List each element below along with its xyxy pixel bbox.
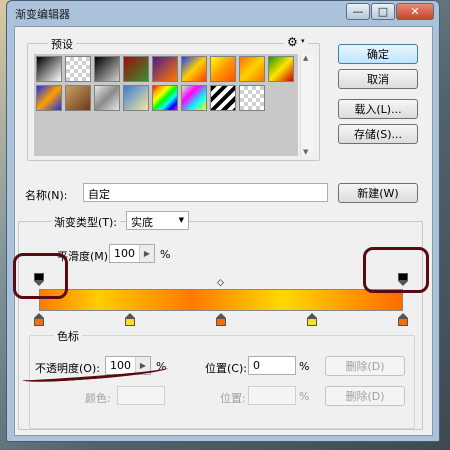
location-unit: %	[299, 360, 310, 373]
color-location-label: 位置:	[220, 392, 246, 405]
presets-scrollbar[interactable]: ▲ ▼	[300, 54, 313, 156]
smoothness-value: 100	[114, 247, 135, 260]
ok-button[interactable]: 确定	[338, 44, 418, 64]
delete-color-stop-button[interactable]: 删除(D)	[325, 386, 405, 406]
smoothness-input[interactable]: 100 ▶	[109, 244, 155, 263]
gradient-type-label: 渐变类型(T):	[51, 214, 121, 230]
color-stop[interactable]	[34, 313, 44, 326]
preset-swatch[interactable]	[123, 85, 149, 111]
maximize-button[interactable]: □	[371, 3, 395, 20]
scroll-down-icon[interactable]: ▼	[303, 148, 308, 156]
color-stop[interactable]	[398, 313, 408, 326]
preset-swatch[interactable]	[152, 56, 178, 82]
preset-swatch[interactable]	[123, 56, 149, 82]
scroll-up-icon[interactable]: ▲	[303, 54, 308, 62]
new-button[interactable]: 新建(W)	[338, 183, 418, 203]
presets-label: 预设	[48, 36, 76, 52]
minimize-button[interactable]: —	[346, 3, 370, 20]
gradient-type-value: 实底	[131, 216, 153, 229]
smoothness-stepper[interactable]: ▶	[139, 245, 154, 262]
title-bar[interactable]: 渐变编辑器 — □ ✕	[7, 1, 439, 25]
color-location-unit: %	[299, 390, 310, 403]
cancel-button[interactable]: 取消	[338, 69, 418, 89]
chevron-down-icon: ▼	[178, 216, 184, 224]
preset-swatch[interactable]	[94, 56, 120, 82]
color-stops-group: 色标	[29, 328, 415, 429]
location-input[interactable]: 0	[248, 356, 296, 375]
color-stop[interactable]	[125, 313, 135, 326]
preset-swatch[interactable]	[239, 56, 265, 82]
preset-swatch-area	[34, 54, 298, 156]
gradient-bar[interactable]	[39, 289, 403, 311]
annotation-circle-right	[363, 247, 429, 293]
window-title: 渐变编辑器	[15, 8, 70, 21]
close-button[interactable]: ✕	[396, 3, 434, 20]
save-button[interactable]: 存储(S)...	[338, 124, 418, 144]
load-button[interactable]: 载入(L)...	[338, 99, 418, 119]
color-swatch-field[interactable]	[117, 386, 165, 405]
preset-swatch[interactable]	[210, 85, 236, 111]
gradient-type-select[interactable]: 实底 ▼	[126, 211, 189, 230]
preset-swatch[interactable]	[65, 56, 91, 82]
preset-swatch[interactable]	[210, 56, 236, 82]
color-label: 颜色:	[85, 392, 111, 405]
color-stop[interactable]	[216, 313, 226, 326]
preset-swatch[interactable]	[36, 56, 62, 82]
color-location-input[interactable]	[248, 386, 296, 405]
location-label: 位置(C):	[205, 362, 247, 375]
preset-swatch[interactable]	[152, 85, 178, 111]
color-stop[interactable]	[307, 313, 317, 326]
preset-swatch[interactable]	[94, 85, 120, 111]
preset-swatch[interactable]	[181, 56, 207, 82]
preset-swatch[interactable]	[181, 85, 207, 111]
preset-swatch[interactable]	[65, 85, 91, 111]
presets-group: 预设 ⚙ ▾ ▲ ▼	[27, 35, 320, 161]
delete-opacity-stop-button[interactable]: 删除(D)	[325, 356, 405, 376]
preset-swatch[interactable]	[239, 85, 265, 111]
name-label: 名称(N):	[25, 189, 68, 202]
preset-swatch[interactable]	[268, 56, 294, 82]
color-stops-label: 色标	[54, 328, 82, 344]
midpoint-diamond[interactable]: ◇	[217, 278, 224, 288]
preset-swatch[interactable]	[36, 85, 62, 111]
annotation-circle-left	[13, 253, 68, 299]
chevron-down-icon[interactable]: ▾	[298, 37, 308, 45]
smoothness-unit: %	[160, 248, 171, 261]
name-input[interactable]: 自定	[83, 183, 328, 202]
